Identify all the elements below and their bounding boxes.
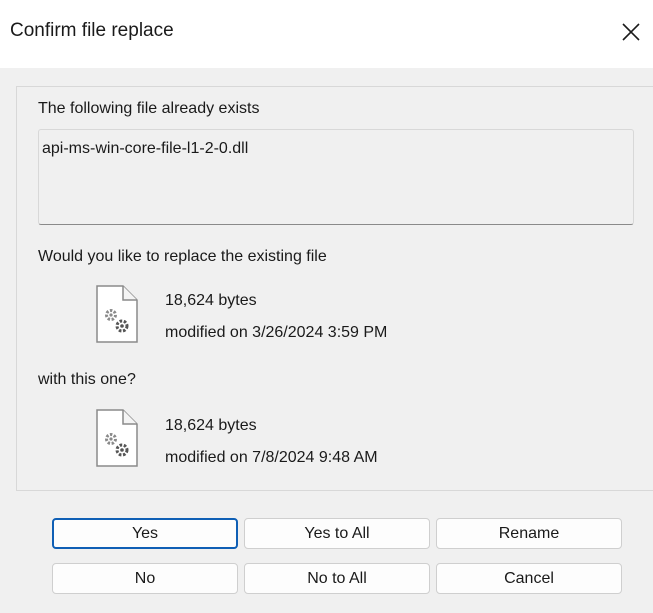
settings-file-icon: [96, 285, 138, 343]
no-button[interactable]: No: [52, 563, 238, 594]
yes-to-all-button[interactable]: Yes to All: [244, 518, 430, 549]
no-to-all-button[interactable]: No to All: [244, 563, 430, 594]
settings-file-icon: [96, 409, 138, 467]
replace-question: Would you like to replace the existing f…: [38, 248, 327, 265]
rename-button[interactable]: Rename: [436, 518, 622, 549]
cancel-button[interactable]: Cancel: [436, 563, 622, 594]
dialog-title: Confirm file replace: [10, 20, 174, 41]
filename-box: api-ms-win-core-file-l1-2-0.dll: [38, 129, 634, 225]
title-bar: Confirm file replace: [0, 0, 653, 68]
close-button[interactable]: [607, 10, 653, 56]
yes-button[interactable]: Yes: [52, 518, 238, 549]
existing-file-modified: modified on 3/26/2024 3:59 PM: [165, 324, 388, 341]
close-icon: [622, 23, 640, 41]
new-file-modified: modified on 7/8/2024 9:48 AM: [165, 449, 378, 466]
new-file-size: 18,624 bytes: [165, 417, 257, 434]
existing-file-heading: The following file already exists: [38, 100, 260, 117]
with-this-one-text: with this one?: [38, 371, 136, 388]
existing-file-size: 18,624 bytes: [165, 292, 257, 309]
existing-filename: api-ms-win-core-file-l1-2-0.dll: [42, 140, 249, 157]
confirm-file-replace-dialog: Confirm file replace The following file …: [0, 0, 653, 613]
